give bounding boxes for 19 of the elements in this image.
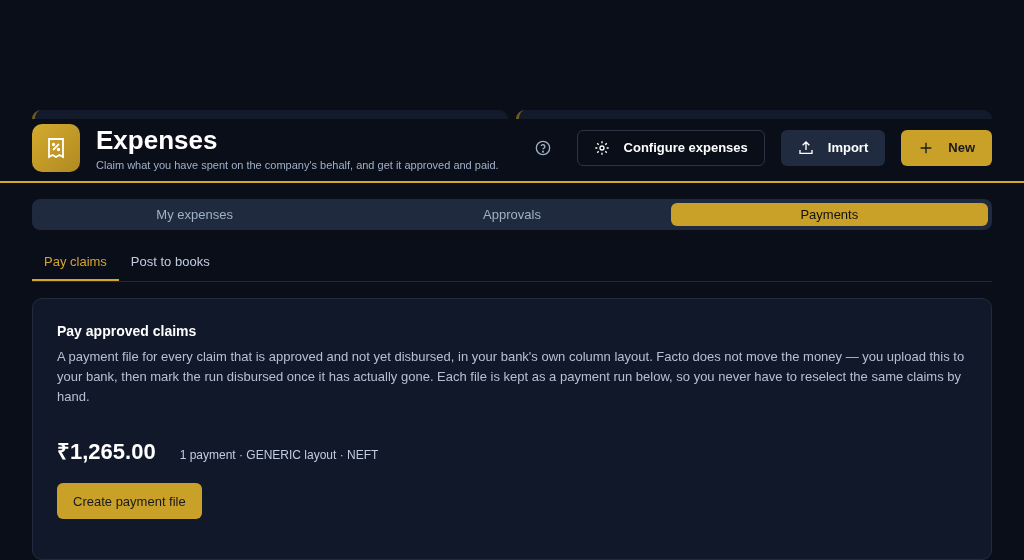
upload-icon (797, 139, 814, 156)
create-payment-file-button[interactable]: Create payment file (57, 483, 202, 519)
tab[interactable]: Approvals (353, 203, 671, 226)
header-button[interactable]: Import (780, 129, 886, 166)
header-button[interactable]: Configure expenses (576, 129, 765, 166)
sub-tab[interactable]: Pay claims (32, 246, 119, 281)
receipt-icon (46, 136, 66, 159)
page-title: Expenses (96, 124, 219, 155)
card-title: Pay approved claims (57, 323, 198, 339)
page-subtitle: Claim what you have spent on the company's behalf, and get it approved and paid. (96, 158, 500, 171)
tab[interactable]: My expenses (36, 203, 354, 226)
total-amount: ₹1,265.00 (57, 438, 156, 465)
header-button[interactable]: New (901, 129, 992, 166)
help-icon[interactable] (534, 139, 551, 156)
tab[interactable]: Payments (670, 203, 988, 226)
sub-tab[interactable]: Post to books (118, 246, 222, 281)
card-description: A payment file for every claim that is approved and not yet disbursed, in your bank's own column layout. Facto does not move the money — you upload this to your bank, then mark the run disbursed once it has actually gone. Each file is kept as a payment run below, so you never have to reselect the same claims by hand. (57, 348, 966, 406)
settings-icon (593, 139, 610, 156)
payment-summary: 1 payment · GENERIC layout · NEFT (179, 448, 379, 462)
